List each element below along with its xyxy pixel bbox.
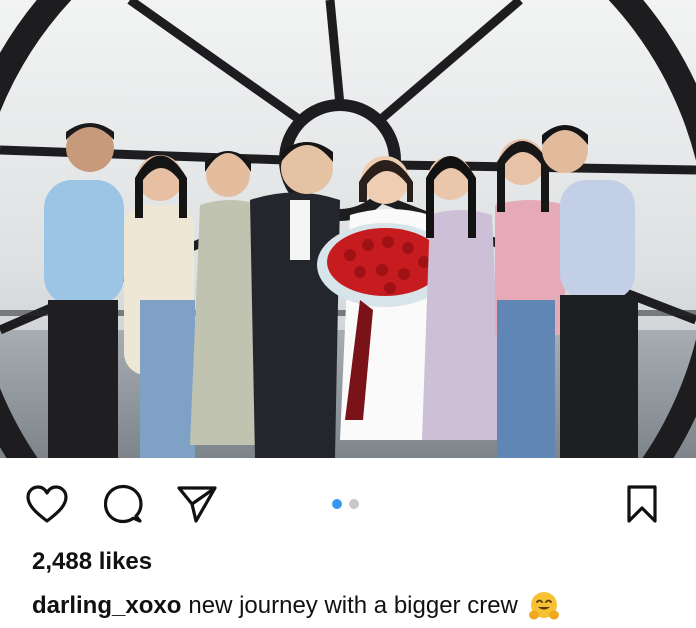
comment-bubble-icon[interactable] xyxy=(101,482,145,526)
caption-text: new journey with a bigger crew xyxy=(188,592,518,619)
hugging-face-emoji-icon xyxy=(528,592,559,620)
bookmark-icon[interactable] xyxy=(620,482,664,526)
heart-icon[interactable] xyxy=(25,482,69,526)
post-action-bar xyxy=(0,458,696,546)
post-photo[interactable] xyxy=(0,0,696,458)
carousel-dot[interactable] xyxy=(349,499,359,509)
carousel-dot-active[interactable] xyxy=(332,499,342,509)
caption-username[interactable]: darling_xoxo xyxy=(32,592,181,620)
likes-count[interactable]: 2,488 likes xyxy=(32,548,152,576)
paper-plane-icon[interactable] xyxy=(175,482,219,526)
carousel-dots xyxy=(332,498,366,510)
photo-illustration xyxy=(0,0,696,458)
post-caption: darling_xoxo new journey with a bigger c… xyxy=(32,590,560,622)
